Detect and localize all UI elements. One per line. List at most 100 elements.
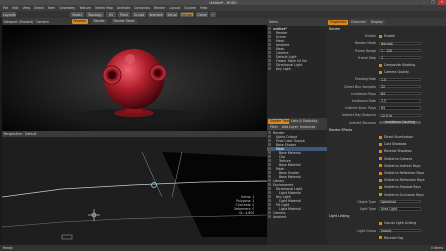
- property-checkbox[interactable]: [379, 193, 382, 197]
- render-preview-viewport[interactable]: [1, 25, 267, 131]
- property-checkbox[interactable]: [379, 221, 382, 225]
- property-value-field[interactable]: 64: [379, 92, 421, 96]
- tab-sculpt[interactable]: Sculpt: [132, 12, 146, 17]
- visibility-icon[interactable]: [268, 211, 271, 215]
- visibility-icon[interactable]: [268, 147, 271, 151]
- property-checkbox[interactable]: [379, 34, 382, 38]
- property-checkbox[interactable]: [379, 70, 382, 74]
- visibility-icon[interactable]: [268, 27, 271, 31]
- property-checkbox[interactable]: [379, 171, 382, 175]
- tab-model[interactable]: Model: [70, 12, 84, 17]
- visibility-icon[interactable]: [268, 39, 271, 43]
- perspective-viewport[interactable]: Items: 1 Polygons: 1 Channels: 0 Deforme…: [1, 137, 267, 245]
- property-row: Indirect Ray Distance 12.0 m: [327, 113, 446, 117]
- visibility-icon[interactable]: [268, 191, 271, 195]
- tab-render-mode[interactable]: Render Mode: [111, 19, 137, 24]
- property-value-field[interactable]: Area Light: [379, 207, 421, 211]
- add-layout-button[interactable]: +: [210, 12, 216, 17]
- visibility-icon[interactable]: [268, 59, 271, 63]
- tab-preview[interactable]: Preview: [71, 19, 88, 24]
- property-checkbox[interactable]: [379, 164, 382, 168]
- visibility-icon[interactable]: [268, 179, 271, 183]
- property-row: Visible to Indirect Rays: [327, 164, 446, 168]
- property-value-field[interactable]: 1 · 120: [379, 48, 421, 53]
- visibility-icon[interactable]: [268, 51, 271, 55]
- property-label: Indirect Ray Distance: [341, 113, 376, 118]
- tab-channels[interactable]: Channels: [349, 19, 368, 25]
- visibility-icon[interactable]: [268, 31, 271, 35]
- visibility-icon[interactable]: [268, 43, 271, 47]
- visibility-icon[interactable]: [268, 55, 271, 59]
- instances-button[interactable]: Instances: [298, 124, 318, 130]
- tab-render[interactable]: Render: [180, 12, 194, 17]
- status-bar: Ready 0 items: [0, 245, 446, 251]
- tab-lists-statistics[interactable]: Lists & Statistics: [289, 118, 320, 124]
- property-checkbox-label: Visible to Reflection Rays: [384, 171, 425, 175]
- item-list[interactable]: untitled* Render Scene Mesh Ambient Mesh…: [267, 26, 327, 118]
- visibility-icon[interactable]: [268, 187, 271, 191]
- visibility-icon[interactable]: [268, 163, 271, 167]
- tab-topology[interactable]: Topology: [86, 12, 104, 17]
- visibility-icon[interactable]: [268, 131, 271, 135]
- property-checkbox[interactable]: [379, 178, 382, 182]
- property-row: Receive Shadows: [327, 149, 446, 153]
- property-value-field[interactable]: Normal: [379, 41, 421, 45]
- shader-tree[interactable]: Render Alpha Output Final Color Output B…: [267, 130, 327, 245]
- property-checkbox[interactable]: [379, 185, 382, 189]
- visibility-icon[interactable]: [268, 67, 271, 71]
- property-checkbox-label: Receive Shadows: [384, 149, 412, 154]
- property-value-field[interactable]: 12.0 m: [379, 113, 421, 117]
- visibility-icon[interactable]: [268, 63, 271, 67]
- property-section-title: Render Effects: [329, 127, 353, 132]
- visibility-icon[interactable]: [268, 207, 271, 211]
- visibility-icon[interactable]: [268, 155, 271, 159]
- visibility-icon[interactable]: [268, 183, 271, 187]
- property-checkbox-label: Cast Shadows: [384, 142, 407, 147]
- property-value-field[interactable]: 32: [379, 84, 421, 89]
- visibility-icon[interactable]: [268, 151, 271, 155]
- visibility-icon[interactable]: [268, 135, 271, 139]
- property-checkbox[interactable]: [379, 157, 382, 161]
- tab-properties[interactable]: Properties: [328, 19, 349, 25]
- property-row: Frame Step 1: [327, 56, 446, 60]
- property-checkbox[interactable]: [379, 135, 382, 139]
- property-value-field[interactable]: 1: [379, 56, 421, 60]
- property-row: Cancel Light Linking: [327, 221, 446, 225]
- scene-stats: Items: 1 Polygons: 1 Channels: 0 Deforme…: [234, 195, 255, 215]
- layouts-button[interactable]: Layouts: [2, 12, 16, 17]
- visibility-icon[interactable]: [268, 139, 271, 143]
- visibility-icon[interactable]: [268, 35, 271, 39]
- visibility-icon[interactable]: [268, 167, 271, 171]
- tab-uv[interactable]: UV: [106, 12, 116, 17]
- property-dropdown[interactable]: Irradiance Caching: [379, 120, 421, 125]
- property-checkbox[interactable]: [379, 149, 382, 153]
- tree-row[interactable]: Ambient: [267, 215, 327, 219]
- tab-display[interactable]: Display: [369, 19, 385, 25]
- property-value-field[interactable]: 2.5: [379, 99, 421, 103]
- tab-shader-tree[interactable]: Shader Tree: [268, 118, 291, 124]
- property-row: Frame Range 1 · 120: [327, 49, 446, 53]
- property-value-field[interactable]: Spherical: [379, 200, 421, 204]
- tab-game[interactable]: Game: [196, 12, 208, 17]
- property-value-field[interactable]: (none): [379, 228, 421, 233]
- visibility-icon[interactable]: [268, 203, 271, 207]
- tab-paint[interactable]: Paint: [118, 12, 130, 17]
- visibility-icon[interactable]: [268, 171, 271, 175]
- visibility-icon[interactable]: [268, 195, 271, 199]
- visibility-icon[interactable]: [268, 215, 271, 219]
- filter-button[interactable]: Filter: [268, 124, 280, 130]
- list-item[interactable]: Key Light: [267, 67, 327, 71]
- tab-render-view[interactable]: Render: [91, 19, 107, 24]
- visibility-icon[interactable]: [268, 175, 271, 179]
- visibility-icon[interactable]: [268, 159, 271, 163]
- property-checkbox[interactable]: [379, 236, 382, 240]
- visibility-icon[interactable]: [268, 143, 271, 147]
- property-value-field[interactable]: 64: [379, 106, 421, 110]
- visibility-icon[interactable]: [268, 47, 271, 51]
- property-checkbox[interactable]: [379, 63, 382, 67]
- property-value-field[interactable]: 1.0: [379, 77, 421, 81]
- property-checkbox[interactable]: [379, 142, 382, 146]
- visibility-icon[interactable]: [268, 199, 271, 203]
- tab-animate[interactable]: Animate: [148, 12, 164, 17]
- tab-setup[interactable]: Setup: [166, 12, 178, 17]
